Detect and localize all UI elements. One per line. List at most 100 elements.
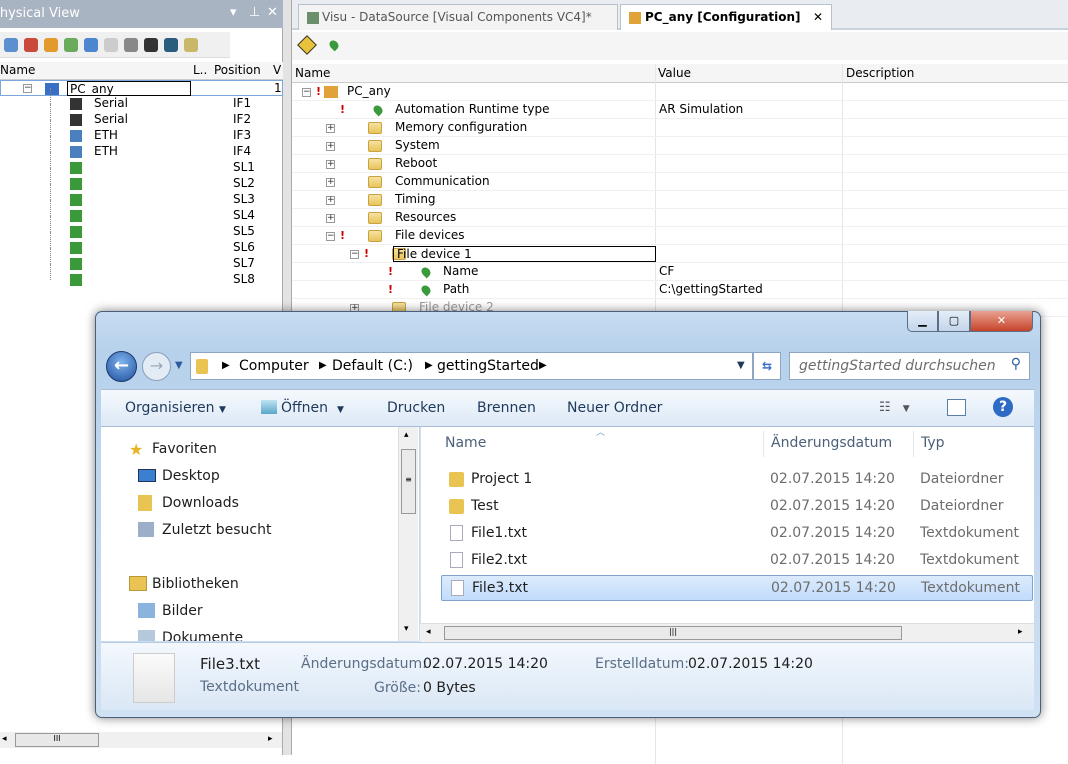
breadcrumb-drive[interactable]: Default (C:) [332,358,413,374]
chevron-right-icon[interactable]: ▶ [425,360,433,371]
tree-row[interactable]: SL8 [0,264,283,288]
close-icon[interactable]: ✕ [267,5,278,20]
edit-icon[interactable] [184,38,198,52]
config-row[interactable]: + System [292,137,1068,155]
config-row[interactable]: − ! File device 1 [292,245,1068,263]
col-name[interactable]: Name [445,435,486,451]
tree-row[interactable]: Serial IF2 [0,104,283,128]
tool-icon[interactable] [144,38,158,52]
scroll-up-icon[interactable]: ▴ [404,430,409,440]
nav-pictures[interactable]: Bilder [162,603,203,619]
forward-button[interactable]: → [142,352,171,381]
close-button[interactable]: ✕ [970,311,1033,332]
print-button[interactable]: Drucken [387,400,445,416]
config-row[interactable]: ! Path C:\gettingStarted [292,281,1068,299]
col-position[interactable]: Position [214,63,261,77]
item-name[interactable]: PC_any [67,81,191,96]
chevron-right-icon[interactable]: ▶ [539,360,547,371]
chevron-right-icon[interactable]: ▶ [222,360,230,371]
parameter-icon[interactable] [327,38,341,52]
expand-icon[interactable]: + [326,178,335,187]
preview-pane-icon[interactable] [947,399,966,416]
back-button[interactable]: ← [106,351,137,382]
tool-icon[interactable] [164,38,178,52]
config-row[interactable]: + Resources [292,209,1068,227]
new-folder-button[interactable]: Neuer Ordner [567,400,662,416]
tool-icon[interactable] [44,38,58,52]
nav-documents[interactable]: Dokumente [162,630,243,641]
expand-icon[interactable]: + [326,142,335,151]
view-options-icon[interactable]: ☷ ▼ [879,400,910,415]
help-icon[interactable]: ? [993,397,1013,417]
tool-icon[interactable] [104,38,118,52]
row-value[interactable]: CF [659,264,674,278]
expand-icon[interactable]: + [326,160,335,169]
breadcrumb-computer[interactable]: Computer [239,358,309,374]
col-value[interactable]: Value [658,66,691,80]
address-bar[interactable]: ▶ Computer ▶ Default (C:) ▶ gettingStart… [190,352,753,380]
col-description[interactable]: Description [846,66,914,80]
col-modified[interactable]: Änderungsdatum [771,435,892,451]
nav-recent[interactable]: Zuletzt besucht [162,522,271,538]
tab-visu-datasource[interactable]: Visu - DataSource [Visual Components VC4… [298,4,618,30]
open-button[interactable]: Öffnen ▼ [261,400,344,416]
minimize-button[interactable]: ▁ [907,311,938,332]
recent-pages-icon[interactable]: ▼ [175,360,183,371]
tree-row[interactable]: Serial IF1 [0,88,283,112]
config-row[interactable]: − ! PC_any [292,83,1068,101]
tree-row-pc-any[interactable]: − PC_any 1 [0,80,283,96]
nav-downloads[interactable]: Downloads [162,495,239,511]
expand-icon[interactable]: + [326,214,335,223]
scroll-thumb[interactable]: ||| [444,626,902,640]
scroll-thumb[interactable]: ≡ [401,449,416,514]
burn-button[interactable]: Brennen [477,400,536,416]
refresh-button[interactable]: ⇆ [753,352,781,380]
scroll-left-icon[interactable]: ◂ [2,734,7,744]
tree-row[interactable]: ETH IF4 [0,136,283,160]
scroll-left-icon[interactable]: ◂ [426,627,431,637]
horizontal-scrollbar[interactable]: ◂ III ▸ [0,732,282,748]
config-row[interactable]: ! Name CF [292,263,1068,281]
tree-row[interactable]: SL4 [0,200,283,224]
file-row[interactable]: Test 02.07.2015 14:20 Dateiordner [441,494,1033,520]
address-dropdown-icon[interactable]: ▼ [737,360,745,371]
col-name[interactable]: Name [295,66,330,80]
organize-button[interactable]: Organisieren ▼ [125,400,226,416]
tree-row[interactable]: SL3 [0,184,283,208]
config-row[interactable]: + Reboot [292,155,1068,173]
col-type[interactable]: Typ [921,435,945,451]
collapse-icon[interactable]: − [302,88,311,97]
tool-icon[interactable] [24,38,38,52]
scroll-right-icon[interactable]: ▸ [268,734,273,744]
scroll-down-icon[interactable]: ▾ [404,624,409,634]
file-row[interactable]: Project 1 02.07.2015 14:20 Dateiordner [441,467,1033,493]
search-input[interactable]: gettingStarted durchsuchen ⚲ [789,352,1030,380]
tab-pc-any-configuration[interactable]: PC_any [Configuration] ✕ [620,4,832,30]
file-list-horizontal-scrollbar[interactable]: ◂ ||| ▸ [420,623,1034,642]
col-v[interactable]: V [273,63,281,77]
tool-icon[interactable] [64,38,78,52]
nav-libraries[interactable]: Bibliotheken [152,576,239,592]
chevron-right-icon[interactable]: ▶ [319,360,327,371]
row-value[interactable]: C:\gettingStarted [659,282,763,296]
config-row[interactable]: − ! File devices [292,227,1068,245]
config-row[interactable]: + Memory configuration [292,119,1068,137]
config-row[interactable]: + Communication [292,173,1068,191]
nav-desktop[interactable]: Desktop [162,468,220,484]
row-value[interactable]: AR Simulation [659,102,743,116]
tree-row[interactable]: SL5 [0,216,283,240]
tree-row[interactable]: SL2 [0,168,283,192]
close-tab-icon[interactable]: ✕ [813,10,823,24]
search-icon[interactable] [124,38,138,52]
tree-row[interactable]: ETH IF3 [0,120,283,144]
panel-menu-icon[interactable]: ▾ [230,5,237,20]
pin-icon[interactable]: ⊥ [249,5,260,20]
collapse-icon[interactable]: − [326,232,335,241]
collapse-icon[interactable]: − [23,84,32,93]
maximize-button[interactable]: ▢ [938,311,970,332]
expand-icon[interactable]: + [326,196,335,205]
tool-icon[interactable] [84,38,98,52]
tree-row[interactable]: SL6 [0,232,283,256]
file-row[interactable]: File1.txt 02.07.2015 14:20 Textdokument [441,521,1033,547]
col-l[interactable]: L.. [193,63,207,77]
